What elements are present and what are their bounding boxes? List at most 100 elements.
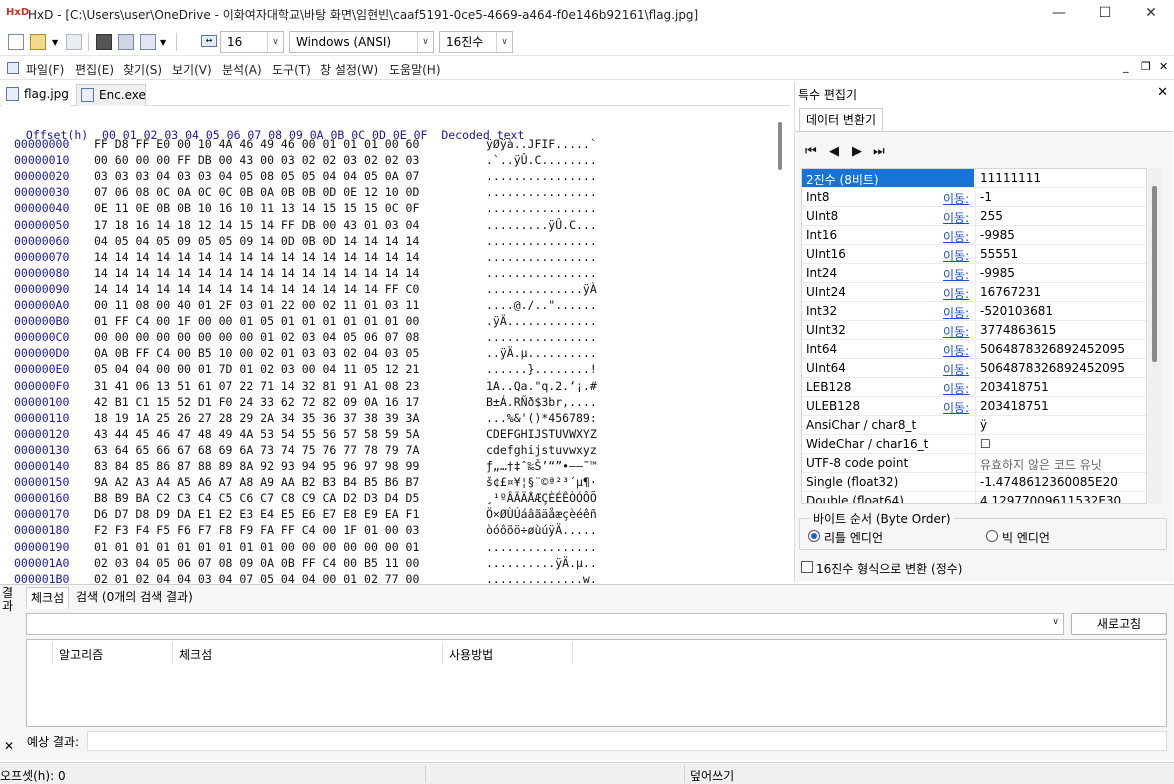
- ram-icon[interactable]: [96, 34, 112, 50]
- row-bytes[interactable]: 14 14 14 14 14 14 14 14 14 14 14 14 14 1…: [94, 282, 419, 296]
- goto-link[interactable]: 이동:: [943, 285, 969, 302]
- row-bytes[interactable]: 00 00 00 00 00 00 00 00 01 02 03 04 05 0…: [94, 330, 419, 344]
- goto-link[interactable]: 이동:: [943, 190, 969, 207]
- process-icon[interactable]: [140, 34, 156, 50]
- row-decoded-text[interactable]: B±Á.RÑð$3br‚....: [486, 395, 597, 409]
- row-decoded-text[interactable]: ...%&'()*456789:: [486, 411, 597, 425]
- mdi-close-button[interactable]: ✕: [1159, 60, 1168, 73]
- col-usage[interactable]: 사용방법: [449, 646, 493, 663]
- tab-search-results[interactable]: 검색 (0개의 검색 결과): [72, 587, 197, 609]
- row-bytes[interactable]: 42 B1 C1 15 52 D1 F0 24 33 62 72 82 09 0…: [94, 395, 419, 409]
- row-decoded-text[interactable]: .`..ÿÛ.C........: [486, 153, 597, 167]
- prev-icon[interactable]: ◀: [829, 144, 839, 159]
- inspector-value[interactable]: -1: [975, 188, 1146, 207]
- save-icon[interactable]: [66, 34, 82, 50]
- menu-view[interactable]: 보기(V): [172, 61, 212, 78]
- inspector-value[interactable]: 5064878326892452095: [975, 340, 1146, 359]
- last-icon[interactable]: ⏭: [873, 144, 885, 159]
- row-decoded-text[interactable]: CDEFGHIJSTUVWXYZ: [486, 427, 597, 441]
- row-bytes[interactable]: 01 FF C4 00 1F 00 00 01 05 01 01 01 01 0…: [94, 314, 419, 328]
- row-bytes[interactable]: 18 19 1A 25 26 27 28 29 2A 34 35 36 37 3…: [94, 411, 419, 425]
- row-decoded-text[interactable]: š¢£¤¥¦§¨©ª²³´µ¶·: [486, 475, 597, 489]
- row-bytes[interactable]: 9A A2 A3 A4 A5 A6 A7 A8 A9 AA B2 B3 B4 B…: [94, 475, 419, 489]
- inspector-value[interactable]: 16767231: [975, 283, 1146, 302]
- row-bytes[interactable]: 05 04 04 00 00 01 7D 01 02 03 00 04 11 0…: [94, 362, 419, 376]
- inspector-row[interactable]: ULEB128 이동: 203418751: [802, 397, 1146, 416]
- scroll-thumb[interactable]: [1152, 186, 1157, 362]
- row-bytes[interactable]: 63 64 65 66 67 68 69 6A 73 74 75 76 77 7…: [94, 443, 419, 457]
- row-decoded-text[interactable]: 1A..Qa."q.2.‘¡.#: [486, 379, 597, 393]
- inspector-row[interactable]: WideChar / char16_t ☐: [802, 435, 1146, 454]
- bytes-per-row-select[interactable]: 16 ∨: [220, 31, 284, 53]
- goto-link[interactable]: 이동:: [943, 247, 969, 264]
- next-icon[interactable]: ▶: [852, 144, 862, 159]
- row-bytes[interactable]: 31 41 06 13 51 61 07 22 71 14 32 81 91 A…: [94, 379, 419, 393]
- goto-link[interactable]: 이동:: [943, 304, 969, 321]
- row-bytes[interactable]: 0E 11 0E 0B 0B 10 16 10 11 13 14 15 15 1…: [94, 201, 419, 215]
- row-decoded-text[interactable]: ................: [486, 266, 597, 280]
- inspector-value[interactable]: -9985: [975, 264, 1146, 283]
- goto-link[interactable]: 이동:: [943, 380, 969, 397]
- inspector-value[interactable]: 255: [975, 207, 1146, 226]
- inspector-value[interactable]: 5064878326892452095: [975, 359, 1146, 378]
- open-folder-icon[interactable]: [30, 34, 46, 50]
- row-decoded-text[interactable]: ¸¹ºÂÃÄÅÆÇÈÉÊÒÓÔÕ: [486, 491, 597, 505]
- row-bytes[interactable]: 0A 0B FF C4 00 B5 10 00 02 01 03 03 02 0…: [94, 346, 419, 360]
- menu-tools[interactable]: 도구(T): [272, 61, 311, 78]
- inspector-row[interactable]: 2진수 (8비트) 11111111: [802, 169, 1146, 188]
- row-decoded-text[interactable]: òóôõö÷øùúÿÄ.....: [486, 523, 597, 537]
- row-decoded-text[interactable]: Ö×ØÙÚáâãäåæçèéêñ: [486, 507, 597, 521]
- inspector-row[interactable]: Int24 이동: -9985: [802, 264, 1146, 283]
- row-bytes[interactable]: 01 01 01 01 01 01 01 01 01 00 00 00 00 0…: [94, 540, 419, 554]
- goto-link[interactable]: 이동:: [943, 266, 969, 283]
- row-bytes[interactable]: 03 03 03 04 03 03 04 05 08 05 05 04 04 0…: [94, 169, 419, 183]
- checksum-list[interactable]: 알고리즘 체크섬 사용방법: [26, 639, 1167, 727]
- hex-int-checkbox[interactable]: 16진수 형식으로 변환 (정수): [801, 560, 962, 577]
- tab-enc-exe[interactable]: Enc.exe: [76, 84, 146, 106]
- inspector-value[interactable]: ÿ: [975, 416, 1146, 435]
- checksum-combo[interactable]: ∨: [26, 613, 1064, 635]
- row-decoded-text[interactable]: cdefghijstuvwxyz: [486, 443, 597, 457]
- row-decoded-text[interactable]: ..............ÿÀ: [486, 282, 597, 296]
- row-decoded-text[interactable]: .ÿÄ.............: [486, 314, 597, 328]
- row-bytes[interactable]: 83 84 85 86 87 88 89 8A 92 93 94 95 96 9…: [94, 459, 419, 473]
- tab-data-inspector[interactable]: 데이터 변환기: [799, 108, 884, 132]
- row-bytes[interactable]: D6 D7 D8 D9 DA E1 E2 E3 E4 E5 E6 E7 E8 E…: [94, 507, 419, 521]
- menu-window[interactable]: 창 설정(W): [320, 61, 378, 78]
- row-bytes[interactable]: 14 14 14 14 14 14 14 14 14 14 14 14 14 1…: [94, 250, 419, 264]
- row-decoded-text[interactable]: .........ÿÛ.C...: [486, 218, 597, 232]
- refresh-button[interactable]: 새로고침: [1071, 613, 1167, 635]
- mdi-minimize-button[interactable]: _: [1123, 60, 1129, 73]
- inspector-value[interactable]: 3774863615: [975, 321, 1146, 340]
- col-algorithm[interactable]: 알고리즘: [59, 646, 103, 663]
- inspector-row[interactable]: Int16 이동: -9985: [802, 226, 1146, 245]
- col-checksum[interactable]: 체크섬: [179, 646, 212, 663]
- inspector-value[interactable]: 203418751: [975, 397, 1146, 416]
- inspector-value[interactable]: 11111111: [975, 169, 1146, 188]
- scroll-thumb[interactable]: [778, 122, 782, 170]
- inspector-value[interactable]: -1.4748612360085E20: [975, 473, 1146, 492]
- inspector-row[interactable]: Int8 이동: -1: [802, 188, 1146, 207]
- inspector-row[interactable]: UInt24 이동: 16767231: [802, 283, 1146, 302]
- new-file-icon[interactable]: [8, 34, 24, 50]
- mdi-restore-button[interactable]: ❐: [1141, 60, 1151, 73]
- menu-analysis[interactable]: 분석(A): [222, 61, 262, 78]
- goto-link[interactable]: 이동:: [943, 323, 969, 340]
- close-icon[interactable]: ✕: [4, 739, 14, 753]
- goto-link[interactable]: 이동:: [943, 399, 969, 416]
- inspector-row[interactable]: UTF-8 code point 유효하지 않은 코드 유닛: [802, 454, 1146, 473]
- inspector-scrollbar[interactable]: [1148, 168, 1162, 504]
- row-decoded-text[interactable]: ƒ„…†‡ˆ‰Š’“”•–—˜™: [486, 459, 597, 473]
- inspector-row[interactable]: UInt16 이동: 55551: [802, 245, 1146, 264]
- goto-link[interactable]: 이동:: [943, 342, 969, 359]
- inspector-row[interactable]: AnsiChar / char8_t ÿ: [802, 416, 1146, 435]
- hex-scrollbar[interactable]: [778, 122, 784, 582]
- row-decoded-text[interactable]: ................: [486, 250, 597, 264]
- minimize-button[interactable]: —: [1036, 0, 1082, 28]
- row-bytes[interactable]: 00 11 08 00 40 01 2F 03 01 22 00 02 11 0…: [94, 298, 419, 312]
- row-decoded-text[interactable]: ..ÿÄ.µ..........: [486, 346, 597, 360]
- maximize-button[interactable]: ☐: [1082, 0, 1128, 28]
- row-decoded-text[interactable]: ................: [486, 201, 597, 215]
- row-bytes[interactable]: B8 B9 BA C2 C3 C4 C5 C6 C7 C8 C9 CA D2 D…: [94, 491, 419, 505]
- inspector-row[interactable]: Single (float32) -1.4748612360085E20: [802, 473, 1146, 492]
